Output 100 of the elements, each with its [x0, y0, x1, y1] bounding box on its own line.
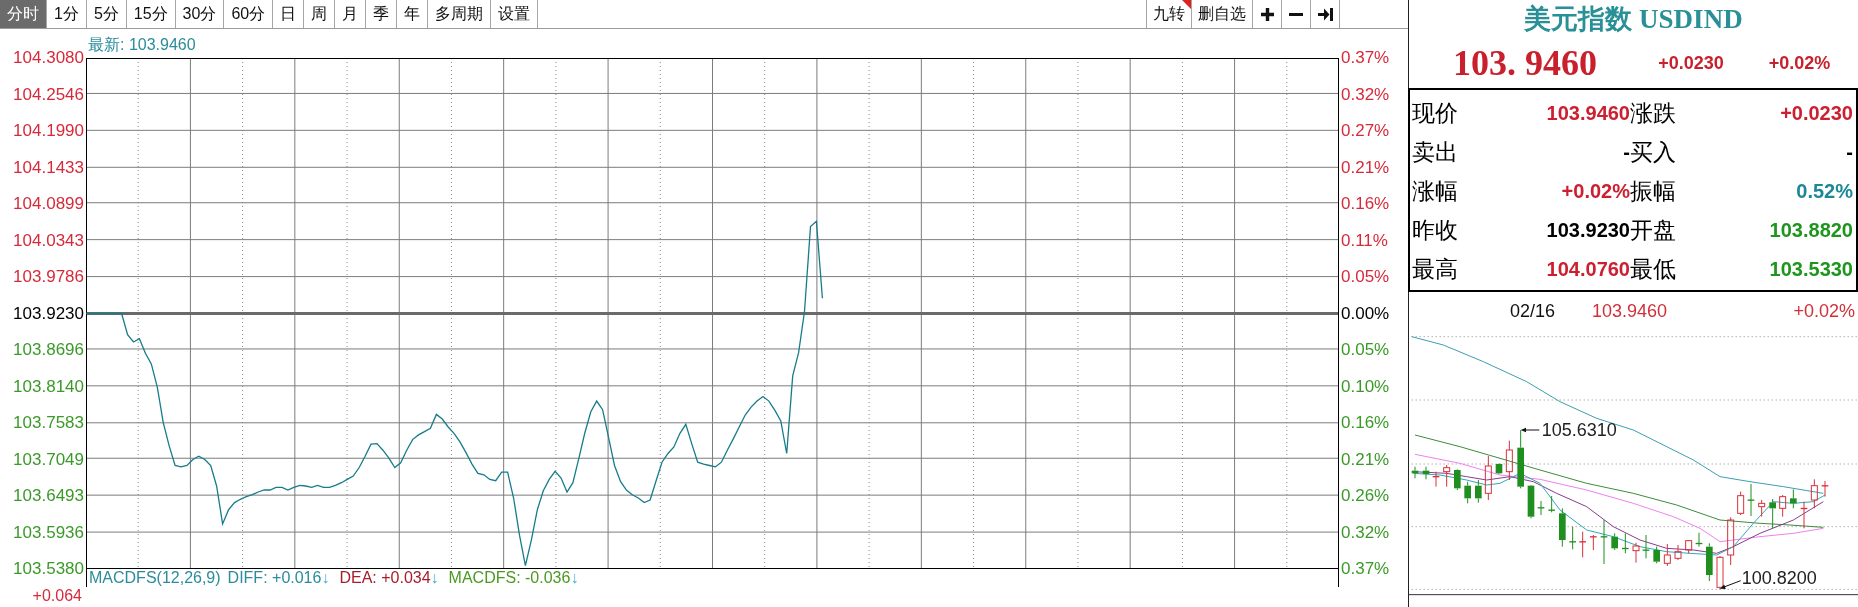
candlestick: [1495, 462, 1503, 475]
toolbar-button[interactable]: 九转: [1146, 0, 1191, 28]
price-axis-label: 103.9230: [13, 304, 84, 323]
quote-value: 0.52%: [1796, 180, 1853, 203]
percent-axis-label: 0.32%: [1341, 523, 1390, 542]
trend-arrow: ↓: [570, 569, 579, 587]
quote-value: 104.0760: [1546, 258, 1630, 281]
quote-value: +0.0230: [1780, 102, 1853, 125]
candlestick: [1422, 466, 1430, 480]
candlestick: [1464, 481, 1471, 504]
candlestick: [1695, 532, 1703, 548]
candlestick: [1432, 471, 1440, 488]
quote-value: 103.8820: [1769, 219, 1853, 242]
price-axis-label: 103.9786: [13, 268, 84, 286]
quote-value: 103.9230: [1546, 219, 1630, 242]
quote-label: 最低: [1630, 255, 1676, 284]
current-price: 103. 9460: [1453, 42, 1597, 84]
quote-value: +0.02%: [1561, 180, 1630, 203]
candlestick: [1663, 543, 1671, 567]
candlestick: [1790, 488, 1797, 509]
quote-label: 最高: [1412, 255, 1458, 284]
candlestick: [1653, 546, 1660, 564]
indicator-reading: DEA: +0.034: [339, 569, 431, 587]
percent-axis-label: 0.27%: [1341, 122, 1390, 140]
price-axis-label: 104.0899: [13, 195, 84, 213]
candlestick: [1769, 498, 1776, 529]
quote-label: 卖出: [1412, 138, 1458, 167]
candlestick: [1810, 478, 1818, 509]
price-change: +0.0230: [1658, 52, 1724, 74]
quote-value: -: [1846, 141, 1853, 164]
price-axis-label: 103.5380: [13, 560, 84, 578]
kline-change: +0.02%: [1793, 300, 1855, 322]
indicator-axis-label: +0.064: [32, 587, 82, 604]
candlestick: [1821, 480, 1829, 498]
kline-date: 02/16: [1510, 300, 1556, 322]
high-price-label: 105.6310: [1541, 419, 1617, 440]
candlestick: [1547, 495, 1556, 513]
minus-icon: [1289, 12, 1303, 16]
quote-value: 103.9460: [1546, 102, 1630, 125]
period-tab[interactable]: 分时: [0, 0, 47, 28]
price-axis-label: 104.3080: [13, 49, 84, 67]
arrow-to-bar-icon: [1317, 7, 1333, 21]
price-axis-label: 103.8140: [13, 377, 84, 396]
quote-label: 昨收: [1412, 216, 1458, 245]
candlestick: [1578, 531, 1587, 558]
percent-axis-label: 0.16%: [1341, 195, 1390, 213]
candlestick: [1411, 466, 1419, 479]
indicator-title: MACDFS(12,26,9): [89, 569, 221, 587]
candlestick: [1727, 516, 1735, 566]
trend-arrow: ↓: [430, 569, 439, 587]
price-axis-label: 103.7583: [13, 414, 84, 432]
candlestick: [1758, 499, 1766, 518]
candlestick: [1537, 500, 1545, 516]
quote-label: 涨幅: [1412, 177, 1458, 206]
candlestick: [1674, 544, 1682, 561]
candlestick: [1747, 483, 1755, 517]
percent-axis-label: 0.32%: [1341, 85, 1390, 104]
candlestick: [1517, 429, 1524, 489]
percent-axis-label: 0.11%: [1341, 231, 1388, 250]
price-axis-label: 104.1433: [13, 158, 84, 177]
candlestick: [1642, 534, 1650, 559]
percent-axis-label: 0.21%: [1341, 158, 1390, 177]
candlestick: [1779, 494, 1787, 518]
low-price-label: 100.8200: [1741, 568, 1817, 588]
kline-price: 103.9460: [1592, 300, 1668, 322]
percent-axis-label: 0.05%: [1341, 268, 1390, 286]
candlestick: [1484, 455, 1492, 501]
instrument-title: 美元指数 USDIND: [1524, 3, 1743, 36]
quote-label: 涨跌: [1630, 99, 1676, 128]
candlestick: [1589, 534, 1598, 551]
quote-label: 现价: [1412, 99, 1458, 128]
price-axis-label: 104.2546: [13, 85, 84, 104]
quote-value: 103.5330: [1769, 258, 1853, 281]
percent-axis-label: 0.21%: [1341, 450, 1390, 469]
candlestick: [1559, 507, 1566, 548]
plus-icon: [1260, 7, 1274, 21]
price-axis-label: 103.7049: [13, 450, 84, 469]
percent-axis-label: 0.26%: [1341, 487, 1390, 505]
leader-arrow: [1520, 427, 1540, 433]
quote-label: 开盘: [1630, 216, 1676, 245]
percent-change: +0.02%: [1768, 52, 1831, 74]
indicator-reading: DIFF: +0.016: [227, 569, 322, 587]
candlestick: [1706, 542, 1713, 582]
percent-axis-label: 0.37%: [1341, 560, 1390, 578]
candlestick: [1685, 539, 1693, 554]
price-axis-label: 103.5936: [13, 523, 84, 542]
quote-value: -: [1623, 141, 1630, 164]
price-axis-label: 103.6493: [13, 487, 84, 505]
candlestick: [1475, 479, 1482, 504]
candlestick: [1443, 464, 1451, 488]
candlestick: [1568, 526, 1577, 550]
trend-arrow: ↓: [321, 569, 330, 587]
quote-label: 买入: [1630, 138, 1676, 167]
percent-axis-label: 0.10%: [1341, 377, 1390, 396]
candlestick: [1716, 555, 1724, 590]
price-axis-label: 103.8696: [13, 341, 84, 359]
candlestick: [1611, 532, 1618, 551]
price-axis-label: 104.1990: [13, 122, 84, 140]
candlestick: [1505, 440, 1513, 481]
latest-price-label: 最新: 103.9460: [88, 36, 196, 54]
